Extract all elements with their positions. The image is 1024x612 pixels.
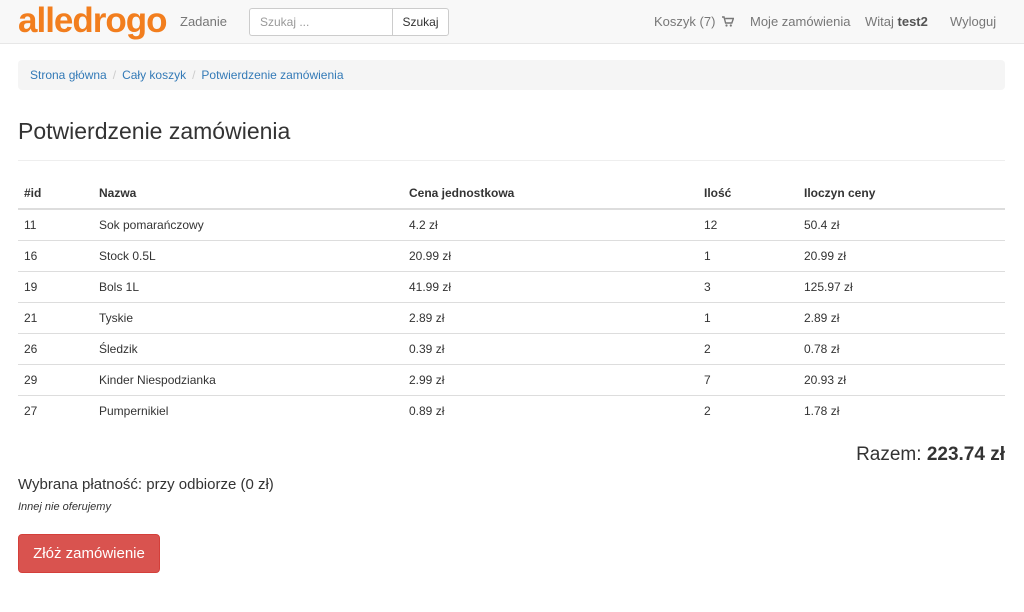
order-total: Razem: 223.74 zł (856, 443, 1005, 467)
table-header-row: #id Nazwa Cena jednostkowa Ilość Iloczyn… (18, 177, 1005, 210)
table-row: 11 Sok pomarańczowy 4.2 zł 12 50.4 zł (18, 209, 1005, 241)
nav-cart-link[interactable]: Koszyk (7) (654, 14, 735, 30)
cell-line-total: 50.4 zł (798, 209, 1005, 241)
table-row: 21 Tyskie 2.89 zł 1 2.89 zł (18, 302, 1005, 334)
header-quantity: Ilość (698, 177, 798, 210)
top-navbar: alledrogo Zadanie Szukaj Koszyk (7) Moje… (0, 0, 1024, 44)
page-title: Potwierdzenie zamówienia (18, 118, 291, 144)
cell-line-total: 125.97 zł (798, 271, 1005, 303)
place-order-button[interactable]: Złóż zamówienie (18, 534, 160, 573)
cell-unit-price: 41.99 zł (403, 271, 698, 303)
nav-logout-link[interactable]: Wyloguj (950, 14, 996, 30)
total-value: 223.74 zł (926, 444, 1005, 465)
breadcrumb-home[interactable]: Strona główna (30, 68, 107, 82)
greeting-prefix: Witaj (865, 14, 894, 29)
cell-name: Sok pomarańczowy (93, 209, 403, 241)
cell-id: 11 (18, 209, 93, 241)
cell-quantity: 2 (698, 333, 798, 365)
table-row: 19 Bols 1L 41.99 zł 3 125.97 zł (18, 271, 1005, 303)
cell-quantity: 2 (704, 403, 711, 418)
cell-quantity: 1 (698, 302, 798, 334)
search-input[interactable] (249, 8, 393, 36)
cell-id: 21 (18, 302, 93, 334)
cell-name: Śledzik (93, 333, 403, 365)
cell-line-total: 20.93 zł (798, 364, 1005, 396)
cell-unit-price: 20.99 zł (403, 240, 698, 272)
cell-name: Stock 0.5L (93, 240, 403, 272)
nav-my-orders-link[interactable]: Moje zamówienia (750, 14, 850, 30)
nav-task-link[interactable]: Zadanie (180, 14, 227, 30)
cell-unit-price: 0.89 zł (409, 403, 445, 418)
breadcrumb-cart[interactable]: Cały koszyk (122, 68, 186, 82)
cell-quantity: 12 (698, 209, 798, 241)
cell-id: 26 (18, 333, 93, 365)
brand-logo[interactable]: alledrogo (18, 2, 168, 40)
cell-name: Bols 1L (93, 271, 403, 303)
breadcrumb-separator: / (192, 68, 196, 82)
cell-quantity: 1 (698, 240, 798, 272)
cell-unit-price: 2.99 zł (403, 364, 698, 396)
breadcrumb-confirmation[interactable]: Potwierdzenie zamówienia (201, 68, 343, 82)
cell-quantity: 3 (698, 271, 798, 303)
breadcrumb: Strona główna / Cały koszyk / Potwierdze… (18, 60, 1005, 90)
cell-line-total: 0.78 zł (798, 333, 1005, 365)
payment-method: Wybrana płatność: przy odbiorze (0 zł) (18, 476, 274, 493)
header-unit-price: Cena jednostkowa (403, 177, 698, 210)
table-row: 16 Stock 0.5L 20.99 zł 1 20.99 zł (18, 240, 1005, 272)
breadcrumb-separator: / (112, 68, 117, 82)
shopping-cart-icon (722, 16, 735, 27)
cell-line-total: 20.99 zł (798, 240, 1005, 272)
header-line-total: Iloczyn ceny (798, 177, 1005, 210)
nav-greeting: Witaj test2 (865, 14, 928, 30)
table-row: 29 Kinder Niespodzianka 2.99 zł 7 20.93 … (18, 364, 1005, 396)
cell-id: 16 (18, 240, 93, 272)
table-row: 27 Pumpernikiel 0.89 zł 2 1.78 zł (18, 395, 1005, 426)
payment-note: Innej nie oferujemy (18, 501, 111, 513)
table-row: 26 Śledzik 0.39 zł 2 0.78 zł (18, 333, 1005, 365)
order-table: #id Nazwa Cena jednostkowa Ilość Iloczyn… (18, 177, 1005, 426)
cell-id: 27 (24, 403, 38, 418)
cell-unit-price: 4.2 zł (403, 209, 698, 241)
cell-unit-price: 2.89 zł (403, 302, 698, 334)
cell-name: Kinder Niespodzianka (93, 364, 403, 396)
cell-line-total: 1.78 zł (804, 403, 840, 418)
header-id: #id (18, 177, 93, 210)
header-name: Nazwa (93, 177, 403, 210)
cell-id: 19 (18, 271, 93, 303)
search-button[interactable]: Szukaj (392, 8, 449, 36)
total-label: Razem: (856, 444, 922, 465)
nav-cart-label: Koszyk (7) (654, 14, 716, 29)
cell-line-total: 2.89 zł (798, 302, 1005, 334)
cell-quantity: 7 (698, 364, 798, 396)
title-divider (18, 160, 1005, 161)
cell-id: 29 (18, 364, 93, 396)
username: test2 (897, 14, 928, 29)
cell-name: Tyskie (93, 302, 403, 334)
cell-name: Pumpernikiel (99, 403, 169, 418)
cell-unit-price: 0.39 zł (403, 333, 698, 365)
